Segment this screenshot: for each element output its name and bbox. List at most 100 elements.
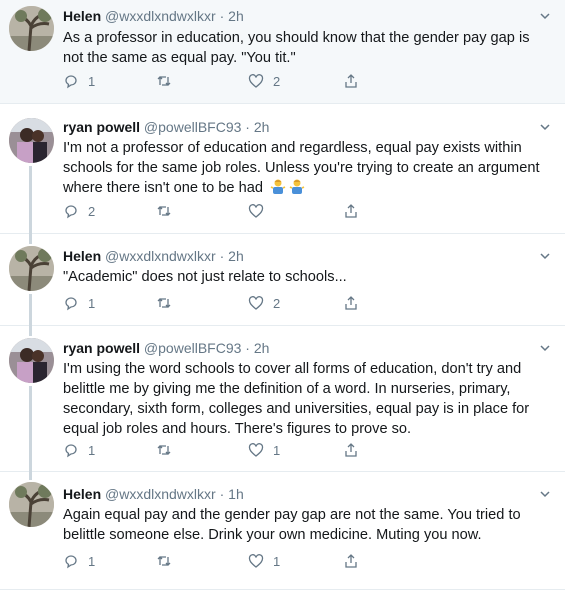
reply-button[interactable]: 1 [63, 552, 95, 570]
retweet-button[interactable] [156, 72, 172, 90]
chevron-down-icon[interactable] [539, 10, 551, 22]
thread-line [29, 326, 32, 336]
reply-button[interactable]: 1 [63, 441, 95, 459]
tweet[interactable]: ryan powell @powellBFC93 · 2h I'm using … [0, 326, 565, 472]
tweet-header: ryan powell @powellBFC93 · 2h [63, 119, 269, 135]
reply-button[interactable]: 2 [63, 202, 95, 220]
retweet-button[interactable] [156, 202, 172, 220]
share-button[interactable] [343, 552, 359, 570]
reply-icon [65, 205, 77, 219]
separator: · [219, 8, 225, 24]
tweet-text: "Academic" does not just relate to schoo… [63, 269, 347, 285]
tweet-header: Helen @wxxdlxndwxlkxr · 2h [63, 248, 244, 264]
tweet[interactable]: Helen @wxxdlxndwxlkxr · 2h As a professo… [0, 0, 565, 104]
tweet-text: I'm not a professor of education and reg… [63, 138, 553, 198]
retweet-button[interactable] [156, 552, 172, 570]
user-handle[interactable]: @wxxdlxndwxlkxr [105, 8, 216, 24]
user-name[interactable]: Helen [63, 248, 101, 264]
user-name[interactable]: ryan powell [63, 119, 140, 135]
share-button[interactable] [343, 441, 359, 459]
heart-icon [248, 296, 264, 310]
reply-count: 2 [88, 203, 96, 219]
thread-line [29, 386, 32, 472]
timestamp[interactable]: 2h [254, 340, 270, 356]
tweet-text: As a professor in education, you should … [63, 30, 530, 66]
user-name[interactable]: Helen [63, 8, 101, 24]
thread-line [29, 294, 32, 326]
share-icon [345, 74, 357, 88]
tweet-actions: 1 2 [63, 294, 483, 312]
share-button[interactable] [343, 294, 359, 312]
like-button[interactable]: 2 [248, 294, 280, 312]
separator: · [245, 340, 250, 356]
chevron-down-icon[interactable] [539, 342, 551, 354]
timestamp[interactable]: 2h [254, 119, 270, 135]
thread-line [29, 234, 32, 244]
user-name[interactable]: Helen [63, 486, 101, 502]
like-count: 2 [273, 295, 281, 311]
person-shrugging-emoji [270, 179, 286, 194]
avatar[interactable] [9, 246, 54, 291]
share-button[interactable] [343, 202, 359, 220]
separator: · [245, 119, 250, 135]
reply-button[interactable]: 1 [63, 294, 95, 312]
share-icon [345, 554, 357, 568]
timestamp[interactable]: 2h [228, 248, 244, 264]
timestamp[interactable]: 2h [228, 8, 244, 24]
like-count: 1 [273, 553, 281, 569]
tweet-header: Helen @wxxdlxndwxlkxr · 2h [63, 8, 244, 24]
like-button[interactable] [248, 202, 273, 220]
user-handle[interactable]: @wxxdlxndwxlkxr [105, 248, 216, 264]
reply-count: 1 [88, 442, 96, 458]
chevron-down-icon[interactable] [539, 250, 551, 262]
tweet-actions: 1 1 [63, 441, 483, 459]
tweet[interactable]: Helen @wxxdlxndwxlkxr · 1h Again equal p… [0, 472, 565, 590]
reply-icon [65, 555, 77, 569]
reply-button[interactable]: 1 [63, 72, 95, 90]
tweet-actions: 1 1 [63, 552, 483, 570]
share-icon [345, 204, 357, 218]
user-name[interactable]: ryan powell [63, 340, 140, 356]
timestamp[interactable]: 1h [228, 486, 244, 502]
user-handle[interactable]: @wxxdlxndwxlkxr [105, 486, 216, 502]
avatar[interactable] [9, 6, 54, 51]
tweet-text: I'm using the word schools to cover all … [63, 361, 530, 437]
like-count: 1 [273, 442, 281, 458]
tweet[interactable]: Helen @wxxdlxndwxlkxr · 2h "Academic" do… [0, 234, 565, 326]
reply-icon [65, 75, 77, 89]
reply-count: 1 [88, 295, 96, 311]
user-handle[interactable]: @powellBFC93 [144, 119, 241, 135]
separator: · [219, 248, 225, 264]
retweet-icon [157, 298, 171, 308]
reply-count: 1 [88, 73, 96, 89]
avatar[interactable] [9, 118, 54, 163]
chevron-down-icon[interactable] [539, 121, 551, 133]
reply-icon [65, 444, 77, 458]
user-handle[interactable]: @powellBFC93 [144, 340, 241, 356]
avatar[interactable] [9, 482, 54, 527]
like-button[interactable]: 1 [248, 552, 280, 570]
like-button[interactable]: 1 [248, 441, 280, 459]
share-icon [345, 296, 357, 310]
share-button[interactable] [343, 72, 359, 90]
thread-line [29, 166, 32, 234]
tweet-header: Helen @wxxdlxndwxlkxr · 1h [63, 486, 244, 502]
separator: · [219, 486, 225, 502]
like-button[interactable]: 2 [248, 72, 280, 90]
tweet-text: Again equal pay and the gender pay gap a… [63, 507, 521, 543]
chevron-down-icon[interactable] [539, 488, 551, 500]
heart-icon [248, 74, 264, 88]
heart-icon [248, 204, 264, 218]
tweet[interactable]: ryan powell @powellBFC93 · 2h I'm not a … [0, 104, 565, 234]
share-icon [345, 443, 357, 457]
avatar[interactable] [9, 338, 54, 383]
retweet-button[interactable] [156, 294, 172, 312]
heart-icon [248, 554, 264, 568]
tweet-actions: 2 [63, 202, 483, 220]
person-shrugging-emoji [289, 179, 305, 194]
retweet-icon [157, 445, 171, 455]
thread-line [29, 472, 32, 480]
retweet-button[interactable] [156, 441, 172, 459]
reply-icon [65, 297, 77, 311]
reply-count: 1 [88, 553, 96, 569]
